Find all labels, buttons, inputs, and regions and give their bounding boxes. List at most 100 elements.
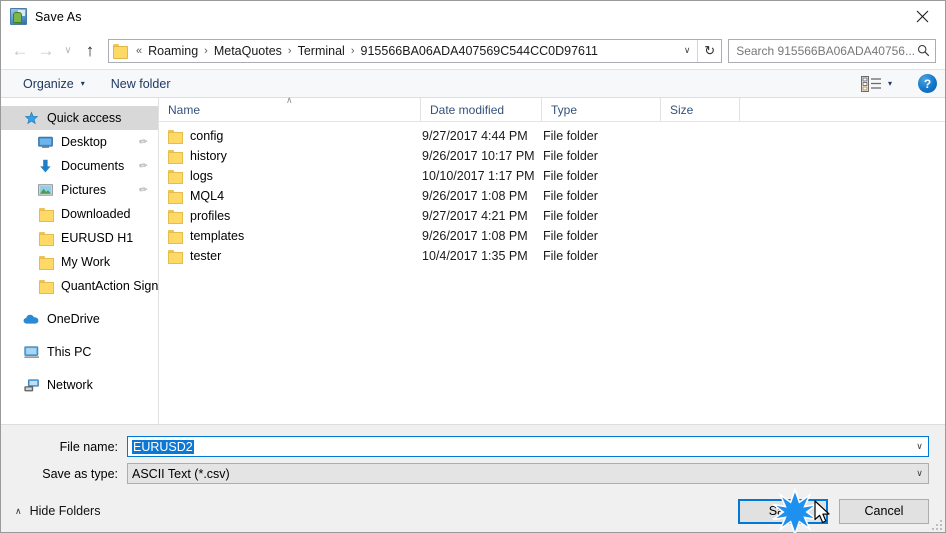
save-button[interactable]: Save (738, 498, 828, 524)
sidebar-item-documents[interactable]: Documents ✐ (1, 154, 158, 178)
column-header-type[interactable]: Type (542, 98, 661, 121)
help-button[interactable]: ? (918, 74, 937, 93)
chevron-down-icon[interactable]: ∨ (911, 468, 928, 479)
address-bar[interactable]: « Roaming › MetaQuotes › Terminal › 9155… (108, 38, 723, 63)
cancel-button[interactable]: Cancel (839, 498, 929, 524)
search-input[interactable]: Search 915566BA06ADA40756... (728, 38, 936, 63)
file-date: 9/27/2017 4:44 PM (422, 129, 528, 143)
dialog-body: Quick access Desktop ✐ Documents ✐ Pictu… (1, 95, 945, 424)
picture-icon (37, 182, 54, 198)
breadcrumb-item-roaming[interactable]: Roaming (145, 43, 201, 59)
breadcrumb-item-metaquotes[interactable]: MetaQuotes (211, 43, 285, 59)
table-row[interactable]: tester 10/4/2017 1:35 PM File folder (159, 246, 945, 266)
file-list-pane: ∧ Name Date modified Type Size config 9/… (159, 95, 945, 424)
file-date: 9/27/2017 4:21 PM (422, 209, 528, 223)
table-row[interactable]: MQL4 9/26/2017 1:08 PM File folder (159, 186, 945, 206)
sidebar-item-label: My Work (61, 255, 111, 269)
sidebar-item-quantaction-signal[interactable]: QuantAction Signal (1, 274, 158, 298)
file-date: 10/4/2017 1:35 PM (422, 249, 528, 263)
computer-icon (23, 344, 40, 360)
sidebar-item-desktop[interactable]: Desktop ✐ (1, 130, 158, 154)
sidebar-item-label: Downloaded (61, 207, 131, 221)
sidebar-item-eurusd-h1[interactable]: EURUSD H1 (1, 226, 158, 250)
chevron-down-icon[interactable]: ∨ (677, 45, 697, 56)
organize-button[interactable]: Organize ▾ (17, 75, 91, 93)
breadcrumb-separator[interactable]: › (285, 45, 295, 57)
file-name-cell: tester (159, 249, 421, 264)
breadcrumb-separator[interactable]: › (348, 45, 358, 57)
sort-ascending-icon: ∧ (286, 95, 293, 105)
chevron-down-icon[interactable]: ∨ (911, 441, 928, 452)
close-icon[interactable] (899, 1, 945, 31)
file-name-cell: config (159, 129, 421, 144)
new-folder-button[interactable]: New folder (105, 75, 177, 93)
column-header-date-modified[interactable]: Date modified (421, 98, 542, 121)
column-label: Size (670, 102, 694, 117)
save-as-dialog: Save As ← → ∨ ↑ « Roaming › MetaQuotes ›… (0, 0, 946, 533)
onedrive-cloud-icon (23, 311, 40, 327)
pin-icon[interactable]: ✐ (135, 135, 148, 149)
file-date: 10/10/2017 1:17 PM (422, 169, 535, 183)
folder-icon (37, 278, 54, 294)
hide-folders-label: Hide Folders (29, 504, 101, 518)
table-row[interactable]: config 9/27/2017 4:44 PM File folder (159, 126, 945, 146)
file-type: File folder (543, 129, 598, 143)
toolbar-right-group: ▾ ? (860, 74, 937, 93)
search-placeholder: Search 915566BA06ADA40756... (736, 43, 915, 58)
sidebar-item-pictures[interactable]: Pictures ✐ (1, 178, 158, 202)
up-one-level-button[interactable]: ↑ (77, 38, 103, 64)
forward-button[interactable]: → (33, 38, 59, 64)
file-name-cell: logs (159, 169, 421, 184)
folder-icon (168, 190, 183, 204)
column-header-size[interactable]: Size (661, 98, 740, 121)
new-folder-label: New folder (110, 76, 171, 91)
file-name-label: File name: (59, 439, 118, 454)
recent-locations-button[interactable]: ∨ (59, 38, 77, 64)
column-label: Date modified (430, 102, 505, 117)
table-row[interactable]: templates 9/26/2017 1:08 PM File folder (159, 226, 945, 246)
hide-folders-button[interactable]: ∧ Hide Folders (15, 504, 100, 518)
save-as-type-select[interactable]: ASCII Text (*.csv) ∨ (127, 463, 929, 484)
resize-grip[interactable] (930, 518, 942, 530)
table-row[interactable]: logs 10/10/2017 1:17 PM File folder (159, 166, 945, 186)
pin-icon[interactable]: ✐ (135, 159, 148, 173)
breadcrumb-separator[interactable]: › (201, 45, 211, 57)
breadcrumb-item-guid[interactable]: 915566BA06ADA407569C544CC0D97611 (358, 43, 601, 59)
sidebar-item-network[interactable]: Network (1, 373, 158, 397)
table-row[interactable]: history 9/26/2017 10:17 PM File folder (159, 146, 945, 166)
view-layout-icon[interactable] (860, 75, 882, 92)
folder-icon (168, 230, 183, 244)
save-as-type-value: ASCII Text (*.csv) (132, 466, 230, 481)
breadcrumb-item-terminal[interactable]: Terminal (295, 43, 348, 59)
file-date: 9/26/2017 1:08 PM (422, 229, 528, 243)
file-date: 9/26/2017 1:08 PM (422, 189, 528, 203)
sidebar-item-label: EURUSD H1 (61, 231, 134, 245)
sidebar-divider (1, 331, 158, 340)
sidebar-item-label: This PC (47, 345, 92, 359)
dialog-button-bar: ∧ Hide Folders Save Cancel (1, 490, 945, 532)
folder-icon (168, 210, 183, 224)
sidebar-item-onedrive[interactable]: OneDrive (1, 307, 158, 331)
table-row[interactable]: profiles 9/27/2017 4:21 PM File folder (159, 206, 945, 226)
breadcrumb-overflow[interactable]: « (133, 45, 145, 57)
sidebar-item-downloaded[interactable]: Downloaded (1, 202, 158, 226)
folder-icon (168, 170, 183, 184)
sidebar-item-my-work[interactable]: My Work (1, 250, 158, 274)
file-name-input[interactable]: EURUSD2 ∨ (127, 436, 929, 457)
save-form: File name: EURUSD2 ∨ Save as type: ASCII… (1, 424, 945, 490)
file-name: history (190, 149, 227, 163)
file-type: File folder (543, 169, 598, 183)
column-header-name[interactable]: ∧ Name (159, 95, 421, 121)
file-name-row: File name: EURUSD2 ∨ (1, 436, 929, 457)
file-name: tester (190, 249, 222, 263)
column-label: Type (551, 102, 578, 117)
sidebar-item-this-pc[interactable]: This PC (1, 340, 158, 364)
pin-icon[interactable]: ✐ (135, 183, 148, 197)
chevron-down-icon[interactable]: ▾ (888, 79, 892, 88)
navigation-bar: ← → ∨ ↑ « Roaming › MetaQuotes › Termina… (1, 32, 945, 69)
file-name-value: EURUSD2 (128, 439, 911, 454)
file-name: logs (190, 169, 213, 183)
refresh-icon[interactable]: ↻ (697, 39, 721, 62)
back-button[interactable]: ← (7, 38, 33, 64)
sidebar-item-quick-access[interactable]: Quick access (1, 106, 158, 130)
